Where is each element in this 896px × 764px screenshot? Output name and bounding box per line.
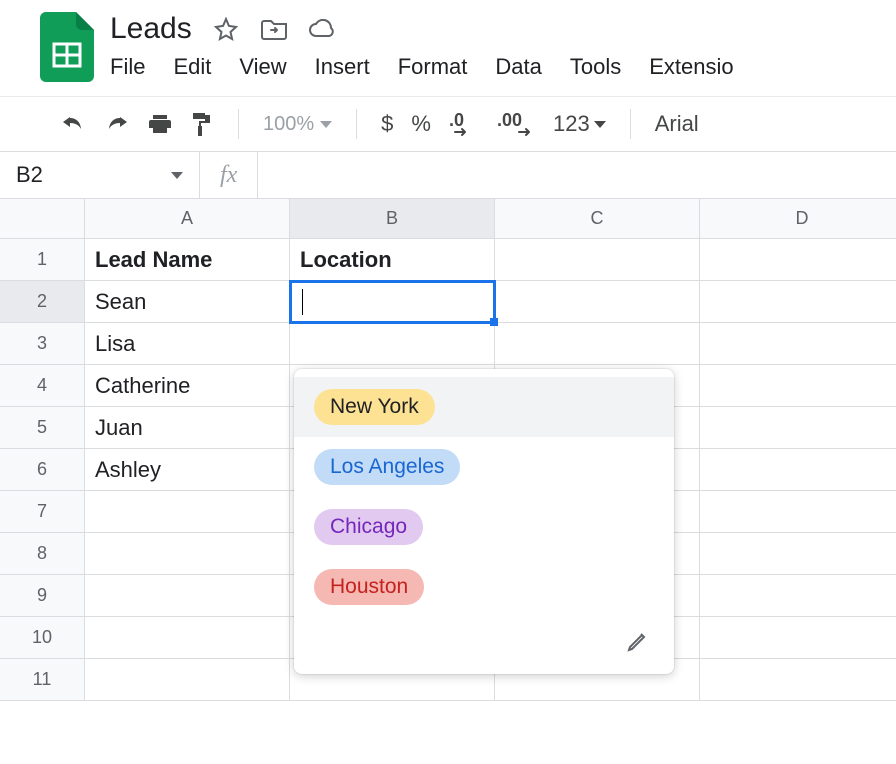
row-header[interactable]: 3 (0, 323, 85, 365)
dropdown-option[interactable]: Los Angeles (294, 437, 674, 497)
zoom-dropdown[interactable]: 100% (263, 113, 332, 136)
row-header[interactable]: 6 (0, 449, 85, 491)
cloud-status-icon[interactable] (308, 15, 336, 43)
menu-view[interactable]: View (239, 54, 286, 80)
dropdown-option[interactable]: Chicago (294, 497, 674, 557)
col-header-b[interactable]: B (290, 199, 495, 239)
cell[interactable] (700, 239, 896, 281)
app-header: Leads File Edit View Insert Format Data … (0, 0, 896, 82)
percent-format-icon[interactable]: % (411, 111, 431, 137)
document-title[interactable]: Leads (110, 12, 192, 46)
row-header[interactable]: 9 (0, 575, 85, 617)
menu-file[interactable]: File (110, 54, 145, 80)
menu-extensions[interactable]: Extensio (649, 54, 733, 80)
cell[interactable] (700, 323, 896, 365)
col-header-c[interactable]: C (495, 199, 700, 239)
print-icon[interactable] (148, 112, 172, 136)
number-format-dropdown[interactable]: 123 (553, 111, 606, 137)
row-header[interactable]: 5 (0, 407, 85, 449)
chevron-down-icon (320, 121, 332, 128)
cell-header-location[interactable]: Location (290, 239, 495, 281)
undo-icon[interactable] (60, 114, 86, 134)
currency-format-icon[interactable]: $ (381, 111, 393, 137)
dropdown-option[interactable]: Houston (294, 557, 674, 617)
cell[interactable] (495, 281, 700, 323)
cell[interactable] (700, 365, 896, 407)
cell[interactable] (700, 491, 896, 533)
dropdown-option[interactable]: New York (294, 377, 674, 437)
font-dropdown[interactable]: Arial (655, 111, 699, 137)
row-header[interactable]: 11 (0, 659, 85, 701)
menu-bar: File Edit View Insert Format Data Tools … (110, 54, 896, 80)
cell-lead-name[interactable]: Catherine (85, 365, 290, 407)
decrease-decimals-icon[interactable]: .0 (449, 110, 479, 138)
svg-text:.00: .00 (497, 110, 522, 130)
cell[interactable] (85, 491, 290, 533)
menu-format[interactable]: Format (398, 54, 468, 80)
chevron-down-icon (171, 172, 183, 179)
paint-format-icon[interactable] (190, 111, 214, 137)
zoom-value: 100% (263, 113, 314, 136)
chip-los-angeles: Los Angeles (314, 449, 460, 485)
chip-chicago: Chicago (314, 509, 423, 545)
row-header[interactable]: 8 (0, 533, 85, 575)
star-icon[interactable] (212, 15, 240, 43)
cell[interactable] (700, 617, 896, 659)
data-validation-dropdown: New York Los Angeles Chicago Houston (294, 369, 674, 674)
cell[interactable] (85, 575, 290, 617)
formula-bar-row: B2 fx (0, 151, 896, 199)
cell[interactable] (495, 239, 700, 281)
cell[interactable] (700, 659, 896, 701)
svg-text:.0: .0 (449, 110, 464, 130)
move-folder-icon[interactable] (260, 15, 288, 43)
cell[interactable] (85, 617, 290, 659)
cell[interactable] (700, 575, 896, 617)
row-header[interactable]: 10 (0, 617, 85, 659)
row-header[interactable]: 1 (0, 239, 85, 281)
redo-icon[interactable] (104, 114, 130, 134)
row-header[interactable]: 4 (0, 365, 85, 407)
chip-new-york: New York (314, 389, 435, 425)
cell-lead-name[interactable]: Lisa (85, 323, 290, 365)
chevron-down-icon (594, 121, 606, 128)
cell-lead-name[interactable]: Juan (85, 407, 290, 449)
fx-icon: fx (200, 152, 258, 198)
cell[interactable] (700, 281, 896, 323)
row-header[interactable]: 2 (0, 281, 85, 323)
col-header-d[interactable]: D (700, 199, 896, 239)
cell-lead-name[interactable]: Sean (85, 281, 290, 323)
menu-edit[interactable]: Edit (173, 54, 211, 80)
cell[interactable] (495, 323, 700, 365)
number-format-label: 123 (553, 111, 590, 137)
cell[interactable] (700, 533, 896, 575)
cell[interactable] (85, 659, 290, 701)
select-all-corner[interactable] (0, 199, 85, 239)
chip-houston: Houston (314, 569, 424, 605)
col-header-a[interactable]: A (85, 199, 290, 239)
cell[interactable] (700, 449, 896, 491)
row-header[interactable]: 7 (0, 491, 85, 533)
selected-cell-b2[interactable] (289, 280, 496, 324)
name-box[interactable]: B2 (0, 152, 200, 198)
text-cursor (302, 289, 303, 315)
menu-insert[interactable]: Insert (315, 54, 370, 80)
sheets-logo (40, 12, 94, 82)
cell-lead-name[interactable]: Ashley (85, 449, 290, 491)
cell-header-lead-name[interactable]: Lead Name (85, 239, 290, 281)
increase-decimals-icon[interactable]: .00 (497, 110, 535, 138)
menu-data[interactable]: Data (495, 54, 541, 80)
cell[interactable] (85, 533, 290, 575)
cell[interactable] (700, 407, 896, 449)
menu-tools[interactable]: Tools (570, 54, 621, 80)
toolbar: 100% $ % .0 .00 123 Arial (0, 97, 896, 151)
cell-reference: B2 (16, 162, 43, 188)
edit-dropdown-icon[interactable] (626, 629, 650, 658)
cell[interactable] (290, 323, 495, 365)
